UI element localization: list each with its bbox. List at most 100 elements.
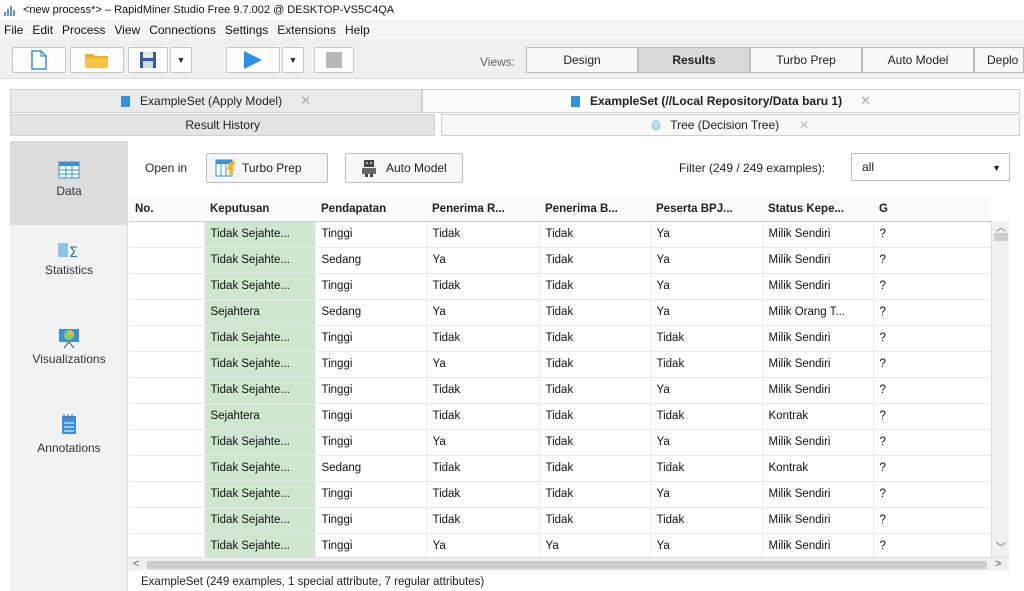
table-cell[interactable]: Tidak bbox=[650, 455, 763, 482]
table-row[interactable]: Tidak Sejahte... Tinggi Tidak Tidak Ya Milik … bbox=[129, 481, 992, 508]
table-cell[interactable]: Tidak bbox=[539, 507, 651, 534]
column-header[interactable]: Penerima R... bbox=[426, 197, 539, 222]
tab-exampleset-apply-model[interactable]: ExampleSet (Apply Model) ✕ bbox=[10, 89, 422, 113]
save-process-button[interactable] bbox=[128, 47, 168, 73]
table-cell[interactable]: Sejahtera bbox=[204, 403, 316, 430]
table-row[interactable]: Tidak Sejahte... Sedang Ya Tidak Ya Milik Sen… bbox=[129, 247, 992, 274]
close-icon[interactable]: ✕ bbox=[799, 118, 809, 132]
table-cell[interactable]: ? bbox=[873, 351, 992, 378]
table-cell[interactable]: ? bbox=[873, 455, 992, 482]
table-cell[interactable]: Tinggi bbox=[315, 377, 427, 404]
table-cell[interactable]: Tidak Sejahte... bbox=[204, 273, 316, 300]
table-cell[interactable] bbox=[129, 533, 205, 557]
table-cell[interactable]: Tidak bbox=[650, 325, 763, 352]
table-cell[interactable]: Milik Orang T... bbox=[762, 299, 874, 326]
table-cell[interactable] bbox=[129, 429, 205, 456]
table-cell[interactable]: Milik Sendiri bbox=[762, 351, 874, 378]
table-cell[interactable]: Tidak bbox=[426, 481, 540, 508]
tab-result-history[interactable]: Result History bbox=[10, 114, 436, 136]
table-cell[interactable]: Tinggi bbox=[315, 351, 427, 378]
table-cell[interactable]: Ya bbox=[650, 533, 763, 557]
table-cell[interactable]: Sedang bbox=[315, 299, 427, 326]
table-cell[interactable]: Tidak bbox=[539, 351, 651, 378]
table-cell[interactable]: Tidak bbox=[426, 273, 540, 300]
table-cell[interactable]: Sedang bbox=[315, 247, 427, 274]
table-row[interactable]: Tidak Sejahte... Tinggi Ya Tidak Tidak Milik … bbox=[129, 351, 992, 378]
auto-model-button[interactable]: Auto Model bbox=[345, 153, 463, 183]
table-cell[interactable]: Tidak bbox=[539, 403, 651, 430]
table-cell[interactable]: ? bbox=[873, 481, 992, 508]
table-cell[interactable]: Milik Sendiri bbox=[762, 273, 874, 300]
table-cell[interactable]: Tidak bbox=[539, 221, 651, 248]
scroll-right-icon[interactable]: > bbox=[995, 558, 1001, 570]
view-design-button[interactable]: Design bbox=[526, 47, 638, 73]
table-cell[interactable] bbox=[129, 377, 205, 404]
close-icon[interactable]: ✕ bbox=[300, 93, 311, 109]
table-cell[interactable]: Tidak bbox=[539, 377, 651, 404]
table-cell[interactable] bbox=[129, 481, 205, 508]
table-cell[interactable]: Tidak Sejahte... bbox=[204, 247, 316, 274]
menu-connections[interactable]: Connections bbox=[149, 23, 216, 37]
table-cell[interactable]: ? bbox=[873, 533, 992, 557]
table-cell[interactable] bbox=[129, 403, 205, 430]
table-cell[interactable]: Ya bbox=[426, 533, 540, 557]
table-cell[interactable] bbox=[129, 273, 205, 300]
new-process-button[interactable] bbox=[12, 47, 66, 73]
table-cell[interactable]: Milik Sendiri bbox=[762, 247, 874, 274]
table-row[interactable]: Tidak Sejahte... Tinggi Ya Tidak Ya Milik Sen… bbox=[129, 429, 992, 456]
table-cell[interactable]: Ya bbox=[650, 299, 763, 326]
table-cell[interactable]: Tidak bbox=[426, 221, 540, 248]
table-cell[interactable]: Tidak bbox=[539, 273, 651, 300]
table-cell[interactable]: Kontrak bbox=[762, 403, 874, 430]
sidebar-item-data[interactable]: Data bbox=[10, 141, 128, 225]
menu-help[interactable]: Help bbox=[345, 23, 370, 37]
table-cell[interactable]: Tidak Sejahte... bbox=[204, 481, 316, 508]
table-cell[interactable]: Tidak bbox=[426, 507, 540, 534]
scroll-up-icon[interactable]: ︿ bbox=[996, 219, 1006, 234]
table-cell[interactable] bbox=[129, 507, 205, 534]
open-process-button[interactable] bbox=[70, 47, 124, 73]
menu-edit[interactable]: Edit bbox=[32, 23, 53, 37]
table-cell[interactable]: Ya bbox=[650, 377, 763, 404]
table-cell[interactable]: Tinggi bbox=[315, 403, 427, 430]
sidebar-item-statistics[interactable]: Σ Statistics bbox=[10, 241, 128, 301]
horizontal-scrollbar[interactable]: < > bbox=[129, 557, 1009, 571]
table-cell[interactable]: Tinggi bbox=[315, 221, 427, 248]
table-row[interactable]: Tidak Sejahte... Tinggi Tidak Tidak Ya Milik … bbox=[129, 273, 992, 300]
turbo-prep-button[interactable]: Turbo Prep bbox=[206, 153, 328, 183]
run-process-button[interactable] bbox=[226, 47, 280, 73]
column-header[interactable]: Peserta BPJ... bbox=[650, 197, 762, 222]
menu-view[interactable]: View bbox=[114, 23, 140, 37]
table-row[interactable]: Tidak Sejahte... Tinggi Tidak Tidak Ya Milik … bbox=[129, 377, 992, 404]
table-cell[interactable]: Tidak Sejahte... bbox=[204, 351, 316, 378]
table-cell[interactable]: Tidak bbox=[539, 325, 651, 352]
table-cell[interactable]: Tidak bbox=[539, 299, 651, 326]
table-cell[interactable]: Tinggi bbox=[315, 481, 427, 508]
view-auto-model-button[interactable]: Auto Model bbox=[862, 47, 974, 73]
table-row[interactable]: Tidak Sejahte... Tinggi Tidak Tidak Ya Milik … bbox=[129, 221, 992, 248]
table-cell[interactable]: Tidak bbox=[426, 325, 540, 352]
table-cell[interactable] bbox=[129, 247, 205, 274]
column-header[interactable]: Pendapatan bbox=[315, 197, 426, 222]
table-cell[interactable]: Tidak bbox=[650, 403, 763, 430]
column-header[interactable]: Penerima B... bbox=[539, 197, 650, 222]
table-cell[interactable] bbox=[129, 351, 205, 378]
menu-process[interactable]: Process bbox=[62, 23, 105, 37]
table-cell[interactable]: Ya bbox=[650, 221, 763, 248]
table-cell[interactable] bbox=[129, 325, 205, 352]
table-cell[interactable]: Tidak bbox=[539, 455, 651, 482]
table-cell[interactable]: Kontrak bbox=[762, 455, 874, 482]
table-row[interactable]: Sejahtera Tinggi Tidak Tidak Tidak Kontrak? bbox=[129, 403, 992, 430]
table-cell[interactable]: ? bbox=[873, 221, 992, 248]
table-cell[interactable]: ? bbox=[873, 403, 992, 430]
sidebar-item-visualizations[interactable]: Visualizations bbox=[10, 327, 128, 387]
table-cell[interactable]: ? bbox=[873, 377, 992, 404]
table-cell[interactable]: Ya bbox=[426, 247, 540, 274]
table-cell[interactable]: Ya bbox=[539, 533, 651, 557]
table-cell[interactable]: Ya bbox=[426, 351, 540, 378]
scrollbar-thumb[interactable] bbox=[147, 561, 987, 569]
table-cell[interactable]: Ya bbox=[426, 299, 540, 326]
table-row[interactable]: Tidak Sejahte... Sedang Tidak Tidak Tidak Kon… bbox=[129, 455, 992, 482]
column-header[interactable]: G bbox=[873, 197, 991, 222]
table-cell[interactable] bbox=[129, 455, 205, 482]
